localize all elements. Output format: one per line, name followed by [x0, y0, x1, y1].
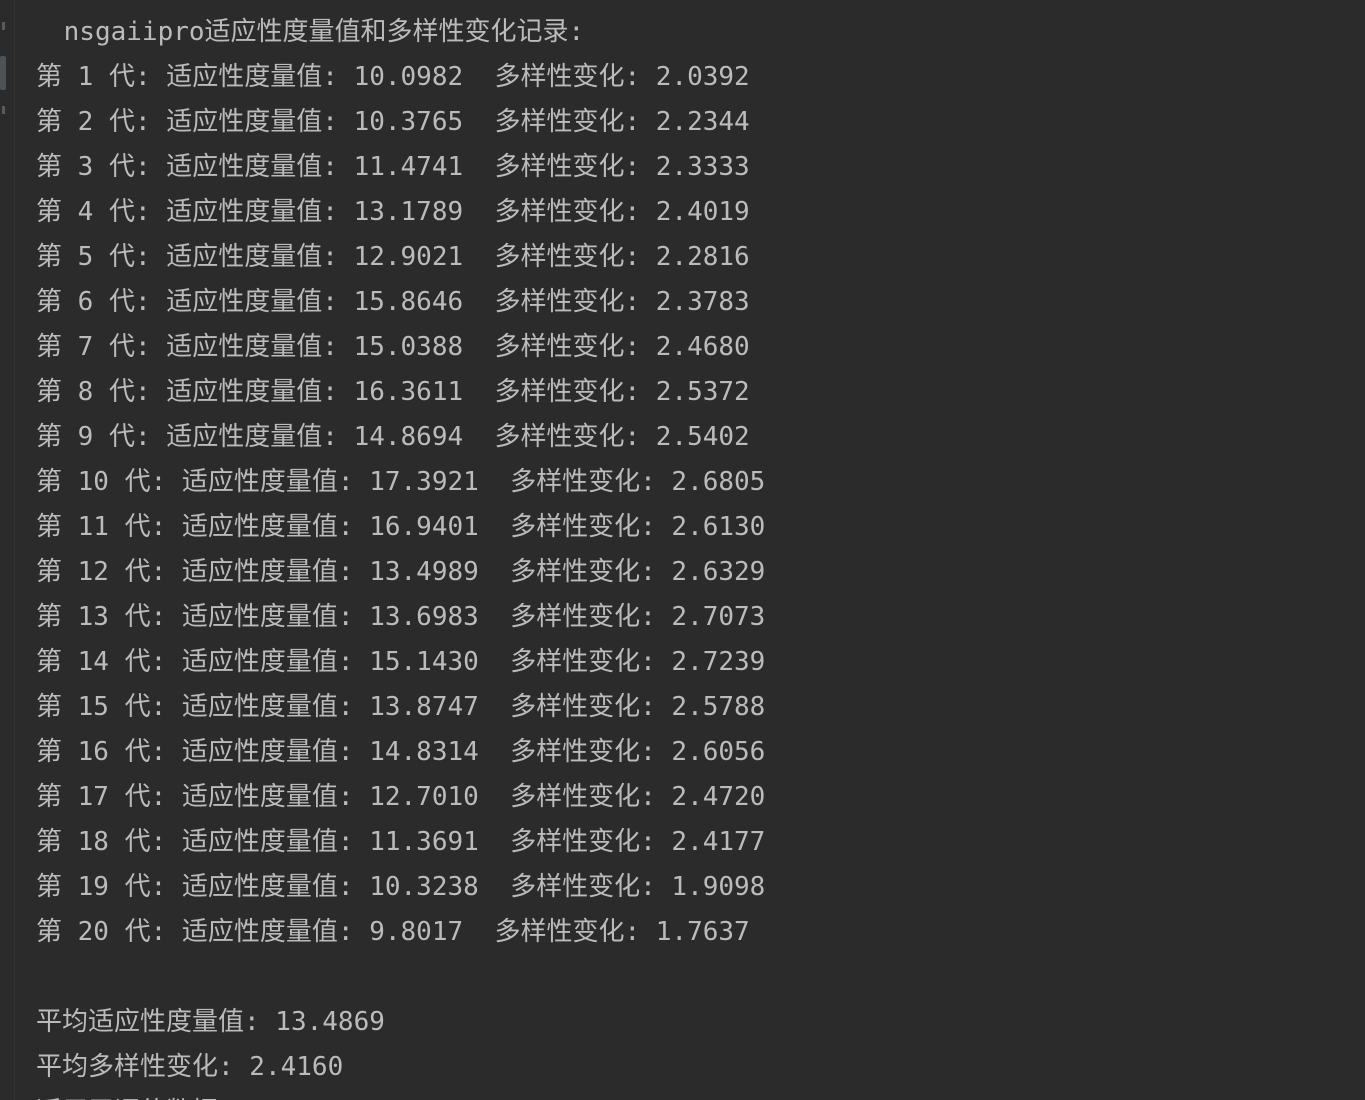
console-line: 第 6 代: 适应性度量值: 15.8646 多样性变化: 2.3783	[36, 287, 750, 317]
console-line: 第 13 代: 适应性度量值: 13.6983 多样性变化: 2.7073	[36, 602, 766, 632]
scroll-thumb[interactable]	[0, 56, 6, 90]
console-lines[interactable]: nsgaiipro适应性度量值和多样性变化记录: 第 1 代: 适应性度量值: …	[36, 10, 1365, 1100]
console-line: 第 17 代: 适应性度量值: 12.7010 多样性变化: 2.4720	[36, 782, 766, 812]
console-line: 第 10 代: 适应性度量值: 17.3921 多样性变化: 2.6805	[36, 467, 766, 497]
gutter-fold-marker	[2, 22, 5, 30]
console-line: 第 1 代: 适应性度量值: 10.0982 多样性变化: 2.0392	[36, 62, 750, 92]
average-fitness-line: 平均适应性度量值: 13.4869	[36, 1007, 385, 1037]
console-line: 第 5 代: 适应性度量值: 12.9021 多样性变化: 2.2816	[36, 242, 750, 272]
console-line-partial: 适用于评估数据	[36, 1090, 1365, 1100]
console-line: 第 7 代: 适应性度量值: 15.0388 多样性变化: 2.4680	[36, 332, 750, 362]
console-gutter	[0, 0, 15, 1100]
console-line: 第 8 代: 适应性度量值: 16.3611 多样性变化: 2.5372	[36, 377, 750, 407]
gutter-fold-marker	[2, 106, 5, 114]
console-line: 第 18 代: 适应性度量值: 11.3691 多样性变化: 2.4177	[36, 827, 766, 857]
console-line: 第 15 代: 适应性度量值: 13.8747 多样性变化: 2.5788	[36, 692, 766, 722]
console-line: 第 20 代: 适应性度量值: 9.8017 多样性变化: 1.7637	[36, 917, 750, 947]
console-line: 第 12 代: 适应性度量值: 13.4989 多样性变化: 2.6329	[36, 557, 766, 587]
console-line: 第 16 代: 适应性度量值: 14.8314 多样性变化: 2.6056	[36, 737, 766, 767]
average-diversity-line: 平均多样性变化: 2.4160	[36, 1052, 344, 1082]
console-line: 第 9 代: 适应性度量值: 14.8694 多样性变化: 2.5402	[36, 422, 750, 452]
console-line: 第 3 代: 适应性度量值: 11.4741 多样性变化: 2.3333	[36, 152, 750, 182]
console-header-line: nsgaiipro适应性度量值和多样性变化记录:	[48, 17, 585, 47]
console-line: 第 4 代: 适应性度量值: 13.1789 多样性变化: 2.4019	[36, 197, 750, 227]
console-line: 第 11 代: 适应性度量值: 16.9401 多样性变化: 2.6130	[36, 512, 766, 542]
console-output-panel[interactable]: nsgaiipro适应性度量值和多样性变化记录: 第 1 代: 适应性度量值: …	[0, 0, 1365, 1100]
console-line: 第 2 代: 适应性度量值: 10.3765 多样性变化: 2.2344	[36, 107, 750, 137]
console-line: 第 19 代: 适应性度量值: 10.3238 多样性变化: 1.9098	[36, 872, 766, 902]
console-line: 第 14 代: 适应性度量值: 15.1430 多样性变化: 2.7239	[36, 647, 766, 677]
